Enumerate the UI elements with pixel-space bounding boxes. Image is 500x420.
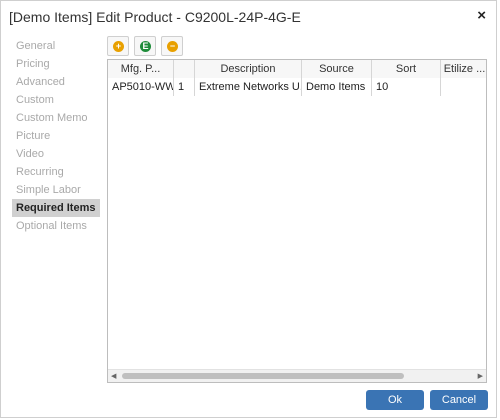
sidebar-item-required-items[interactable]: Required Items xyxy=(12,199,100,217)
scroll-right-icon[interactable]: ▶ xyxy=(478,372,483,380)
add-item-button[interactable]: + xyxy=(107,36,129,56)
dialog-titlebar: [Demo Items] Edit Product - C9200L-24P-4… xyxy=(1,1,496,31)
edit-item-button[interactable]: E xyxy=(134,36,156,56)
sidebar-item-custom[interactable]: Custom xyxy=(12,91,100,109)
sidebar-item-advanced[interactable]: Advanced xyxy=(12,73,100,91)
ok-button[interactable]: Ok xyxy=(366,390,424,410)
edit-product-dialog: [Demo Items] Edit Product - C9200L-24P-4… xyxy=(0,0,497,418)
remove-item-button[interactable]: − xyxy=(161,36,183,56)
minus-icon: − xyxy=(167,41,178,52)
scroll-left-icon[interactable]: ◀ xyxy=(111,372,116,380)
sidebar: General Pricing Advanced Custom Custom M… xyxy=(12,37,100,235)
sidebar-item-picture[interactable]: Picture xyxy=(12,127,100,145)
dialog-title: [Demo Items] Edit Product - C9200L-24P-4… xyxy=(9,9,301,25)
column-header-mfg-part[interactable]: Mfg. P... xyxy=(108,60,174,78)
sidebar-item-custom-memo[interactable]: Custom Memo xyxy=(12,109,100,127)
cell-etilize xyxy=(441,78,486,96)
column-header-sort[interactable]: Sort xyxy=(372,60,441,78)
sidebar-item-optional-items[interactable]: Optional Items xyxy=(12,217,100,235)
grid-header: Mfg. P... Description Source Sort Etiliz… xyxy=(108,60,486,79)
scrollbar-thumb[interactable] xyxy=(122,373,404,379)
column-header-source[interactable]: Source xyxy=(302,60,372,78)
plus-icon: + xyxy=(113,41,124,52)
cell-source: Demo Items xyxy=(302,78,372,96)
sidebar-item-pricing[interactable]: Pricing xyxy=(12,55,100,73)
close-icon[interactable]: × xyxy=(477,7,486,24)
sidebar-item-video[interactable]: Video xyxy=(12,145,100,163)
column-header-quantity[interactable] xyxy=(174,60,195,78)
sidebar-item-recurring[interactable]: Recurring xyxy=(12,163,100,181)
required-items-grid: Mfg. P... Description Source Sort Etiliz… xyxy=(107,59,487,383)
cancel-button[interactable]: Cancel xyxy=(430,390,488,410)
sidebar-item-general[interactable]: General xyxy=(12,37,100,55)
sidebar-item-simple-labor[interactable]: Simple Labor xyxy=(12,181,100,199)
table-row[interactable]: AP5010-WW 1 Extreme Networks U... Demo I… xyxy=(108,78,486,96)
cell-sort: 10 xyxy=(372,78,441,96)
column-header-description[interactable]: Description xyxy=(195,60,302,78)
horizontal-scrollbar[interactable]: ◀ ▶ xyxy=(108,369,486,382)
cell-quantity: 1 xyxy=(174,78,195,96)
column-header-etilize[interactable]: Etilize ... xyxy=(441,60,486,78)
cell-mfg-part: AP5010-WW xyxy=(108,78,174,96)
cell-description: Extreme Networks U... xyxy=(195,78,302,96)
edit-icon: E xyxy=(140,41,151,52)
